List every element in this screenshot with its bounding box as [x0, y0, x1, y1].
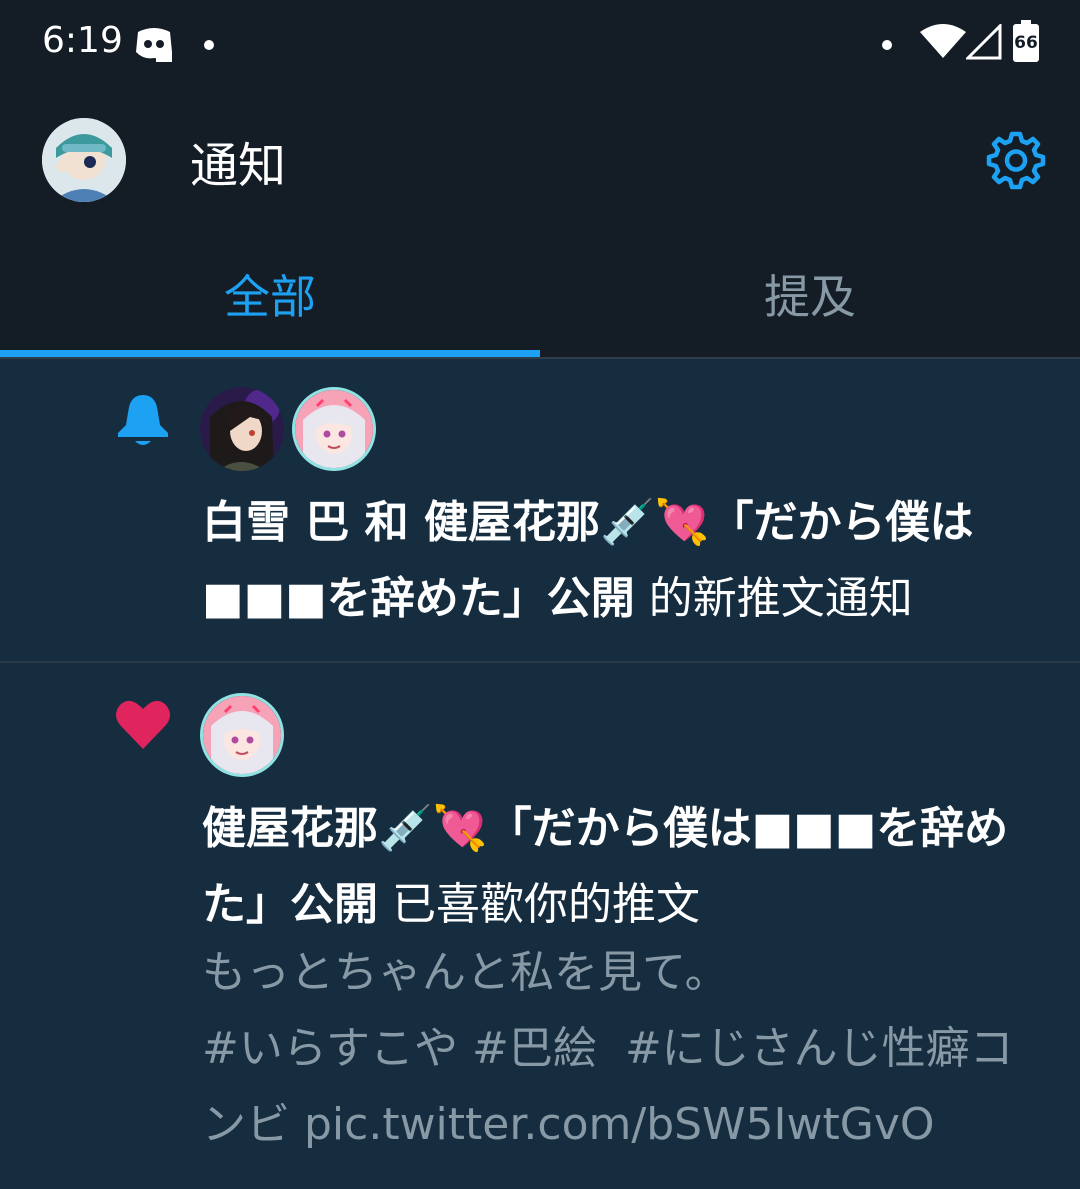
status-time: 6:19 [42, 20, 123, 61]
notification-action: 已喜歡你的推文 [378, 879, 700, 930]
bell-icon [118, 395, 168, 445]
tab-bar: 全部 提及 [0, 258, 1080, 358]
notification-item[interactable]: 白雪 巴 和 健屋花那💉💘「だから僕は■■■を辞めた」公開 的新推文通知 [0, 359, 1080, 661]
discord-icon [136, 28, 172, 62]
avatar[interactable] [200, 693, 284, 777]
notification-item[interactable]: 健屋花那💉💘「だから僕は■■■を辞めた」公開 已喜歡你的推文 もっとちゃんと私を… [0, 663, 1080, 1189]
app-bar: 通知 全部 提及 [0, 86, 1080, 358]
avatar[interactable] [200, 387, 284, 471]
gear-icon[interactable] [986, 130, 1046, 190]
notification-action: 的新推文通知 [634, 573, 913, 624]
notification-text: 白雪 巴 和 健屋花那💉💘「だから僕は■■■を辞めた」公開 的新推文通知 [202, 485, 1052, 637]
wifi-icon [920, 24, 966, 58]
heart-icon [116, 700, 170, 749]
tab-mentions[interactable]: 提及 [540, 258, 1080, 358]
page-title: 通知 [190, 138, 287, 194]
dot-icon [882, 40, 892, 50]
avatar[interactable] [292, 387, 376, 471]
dot-icon [204, 40, 214, 50]
tweet-preview[interactable]: もっとちゃんと私を見て。 #いらすこや #巴絵 #にじさんじ性癖コンビ pic.… [202, 935, 1052, 1163]
signal-icon [966, 24, 1002, 60]
notification-text: 健屋花那💉💘「だから僕は■■■を辞めた」公開 已喜歡你的推文 [202, 791, 1052, 943]
battery-level: 66 [1014, 33, 1038, 53]
avatar[interactable] [42, 118, 126, 202]
status-bar: 6:19 66 [0, 0, 1080, 86]
tab-all[interactable]: 全部 [0, 258, 540, 358]
